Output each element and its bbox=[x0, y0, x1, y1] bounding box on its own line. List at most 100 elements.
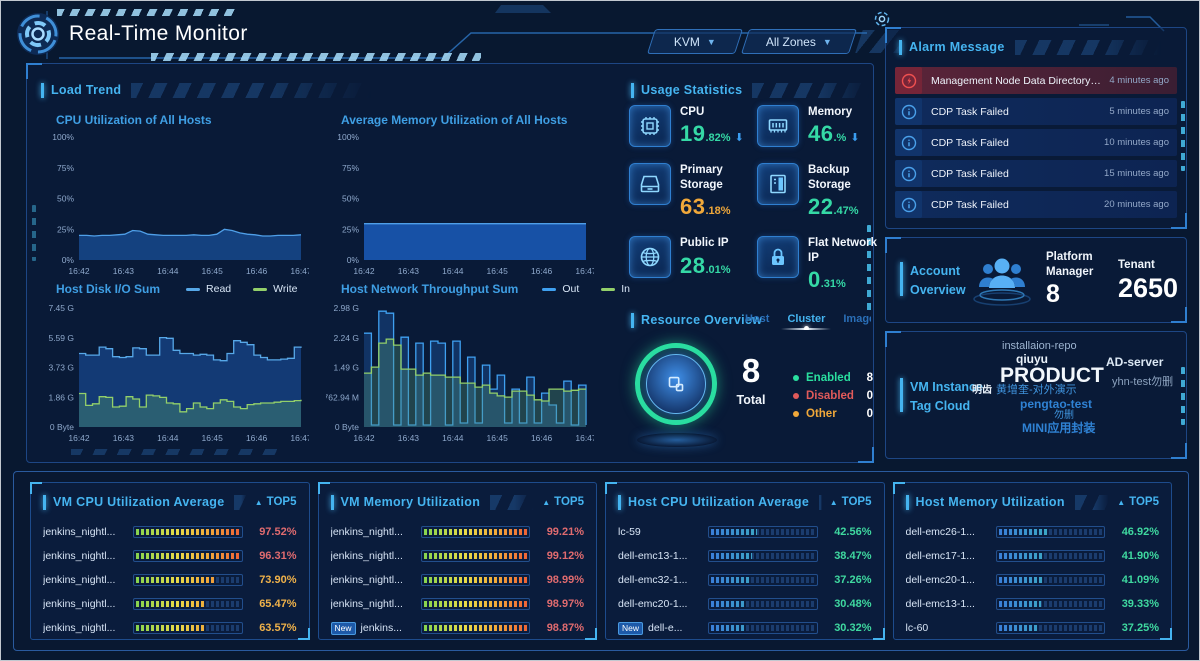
alarm-item[interactable]: Management Node Data Directory Disk Util… bbox=[895, 67, 1177, 94]
tag-word[interactable]: MINI应用封装 bbox=[1022, 422, 1095, 434]
top5-value: 42.56% bbox=[826, 526, 872, 538]
svg-text:16:44: 16:44 bbox=[157, 266, 179, 276]
chevron-down-icon: ▼ bbox=[707, 37, 716, 47]
top5-row[interactable]: jenkins_nightl... 99.21% bbox=[331, 520, 585, 544]
vm-memory-top5-panel: VM Memory Utilization ▲TOP5 jenkins_nigh… bbox=[318, 482, 598, 640]
top5-row[interactable]: lc-59 42.56% bbox=[618, 520, 872, 544]
donut-glow-base bbox=[637, 433, 717, 447]
alarm-time: 5 minutes ago bbox=[1109, 106, 1169, 117]
usage-card-memory: Memory 46.%⬇ bbox=[757, 105, 877, 147]
svg-text:16:45: 16:45 bbox=[202, 266, 224, 276]
top5-name: jenkins_nightl... bbox=[43, 598, 125, 610]
top5-row[interactable]: jenkins_nightl... 98.99% bbox=[331, 568, 585, 592]
svg-text:7.45 G: 7.45 G bbox=[48, 303, 74, 313]
section-bar bbox=[618, 495, 621, 510]
svg-text:16:45: 16:45 bbox=[202, 433, 224, 443]
tag-word[interactable]: AD-server bbox=[1106, 356, 1163, 368]
top5-name: jenkins_nightl... bbox=[43, 550, 125, 562]
top5-sort-button[interactable]: ▲TOP5 bbox=[830, 496, 872, 508]
top5-row[interactable]: jenkins_nightl... 96.31% bbox=[43, 544, 297, 568]
alarm-item[interactable]: CDP Task Failed 10 minutes ago bbox=[895, 129, 1177, 156]
top5-row[interactable]: dell-emc26-1... 46.92% bbox=[906, 520, 1160, 544]
top5-name: jenkins_nightl... bbox=[331, 598, 413, 610]
chart-legend-write: Write bbox=[253, 283, 297, 295]
hypervisor-filter-dropdown[interactable]: KVM ▼ bbox=[647, 29, 743, 54]
svg-text:16:42: 16:42 bbox=[68, 433, 90, 443]
tag-word[interactable]: pengtao-test bbox=[1020, 398, 1092, 410]
svg-text:75%: 75% bbox=[57, 163, 74, 173]
top5-bar bbox=[421, 550, 531, 562]
alarm-item[interactable]: CDP Task Failed 20 minutes ago bbox=[895, 191, 1177, 218]
top5-sort-button[interactable]: ▲TOP5 bbox=[255, 496, 297, 508]
top5-value: 46.92% bbox=[1113, 526, 1159, 538]
chart-legend-in: In bbox=[601, 283, 630, 295]
top5-row[interactable]: jenkins_nightl... 63.57% bbox=[43, 616, 297, 640]
top5-row[interactable]: jenkins_nightl... 73.90% bbox=[43, 568, 297, 592]
top5-sort-button[interactable]: ▲TOP5 bbox=[1117, 496, 1159, 508]
usage-card-cpu: CPU 19.82%⬇ bbox=[629, 105, 749, 147]
top5-row[interactable]: jenkins_nightl... 98.97% bbox=[331, 592, 585, 616]
tab-image[interactable]: Image bbox=[843, 313, 871, 330]
section-stripes bbox=[1075, 495, 1109, 510]
top5-value: 37.26% bbox=[826, 574, 872, 586]
top5-name: dell-emc26-1... bbox=[906, 526, 988, 538]
alarm-item[interactable]: CDP Task Failed 15 minutes ago bbox=[895, 160, 1177, 187]
top5-row[interactable]: dell-emc13-1... 39.33% bbox=[906, 592, 1160, 616]
top5-row[interactable]: jenkins_nightl... 65.47% bbox=[43, 592, 297, 616]
top5-row[interactable]: jenkins_nightl... 99.12% bbox=[331, 544, 585, 568]
alarm-item[interactable]: CDP Task Failed 5 minutes ago bbox=[895, 98, 1177, 125]
usage-label: Public IP bbox=[680, 236, 731, 250]
top5-row[interactable]: Newjenkins... 98.87% bbox=[331, 616, 585, 640]
top5-row[interactable]: jenkins_nightl... 97.52% bbox=[43, 520, 297, 544]
top5-row[interactable]: dell-emc20-1... 30.48% bbox=[618, 592, 872, 616]
memory-chart-title: Average Memory Utilization of All Hosts bbox=[341, 113, 567, 127]
top5-row[interactable]: dell-emc17-1... 41.90% bbox=[906, 544, 1160, 568]
alarm-time: 10 minutes ago bbox=[1104, 137, 1169, 148]
account-frame: Account Overview Platform Manager 8 Tena… bbox=[885, 237, 1187, 323]
legend-dash bbox=[601, 288, 615, 291]
top5-bar bbox=[421, 622, 531, 634]
triangle-up-icon: ▲ bbox=[1117, 498, 1125, 507]
usage-value: 19.82%⬇ bbox=[680, 121, 744, 147]
disk-chart-header: Host Disk I/O Sum ReadWrite bbox=[56, 282, 297, 296]
alarm-text: CDP Task Failed bbox=[931, 199, 1096, 211]
alarm-header: Alarm Message bbox=[899, 38, 1161, 56]
legend-dot bbox=[793, 375, 799, 381]
tag-word[interactable]: 勿删 bbox=[1054, 411, 1074, 421]
top5-name: jenkins_nightl... bbox=[43, 526, 125, 538]
top5-name: dell-emc20-1... bbox=[618, 598, 700, 610]
new-badge: New bbox=[331, 622, 356, 635]
info-icon bbox=[895, 98, 922, 125]
top5-sort-button[interactable]: ▲TOP5 bbox=[542, 496, 584, 508]
svg-text:0%: 0% bbox=[347, 255, 360, 265]
top5-row[interactable]: dell-emc13-1... 38.47% bbox=[618, 544, 872, 568]
tab-host[interactable]: Host bbox=[745, 313, 769, 330]
tag-cloud: installaion-repoqiuyuAD-serverPRODUCTyhn… bbox=[902, 336, 1182, 454]
zone-filter-dropdown[interactable]: All Zones▼ bbox=[741, 29, 857, 54]
svg-text:0%: 0% bbox=[62, 255, 75, 265]
tag-word[interactable]: installaion-repo bbox=[1002, 341, 1077, 352]
svg-text:2.98 G: 2.98 G bbox=[333, 303, 359, 313]
top5-value: 97.52% bbox=[251, 526, 297, 538]
legend-value: 8 bbox=[867, 372, 873, 384]
usage-value: 63.18% bbox=[680, 194, 749, 220]
frame-dash-deco bbox=[32, 205, 36, 261]
usage-statistics-title: Usage Statistics bbox=[641, 83, 742, 97]
legend-item-enabled: Enabled 8 bbox=[793, 369, 873, 387]
tag-word[interactable]: 黄增奎-对外演示 bbox=[996, 385, 1077, 396]
tag-word[interactable]: PRODUCT bbox=[1000, 365, 1104, 386]
svg-text:0 Byte: 0 Byte bbox=[335, 422, 359, 432]
top5-row[interactable]: dell-emc32-1... 37.26% bbox=[618, 568, 872, 592]
top5-row[interactable]: dell-emc20-1... 41.09% bbox=[906, 568, 1160, 592]
top5-row[interactable]: lc-60 37.25% bbox=[906, 616, 1160, 640]
tab-cluster[interactable]: Cluster bbox=[787, 313, 825, 330]
resource-total-label: Total bbox=[723, 393, 779, 407]
tag-word[interactable]: 明齿 bbox=[972, 386, 992, 396]
usage-card-flat-network-ip: Flat Network IP 0.31% bbox=[757, 236, 877, 293]
top5-bar bbox=[708, 574, 818, 586]
top5-row[interactable]: Newdell-e... 30.32% bbox=[618, 616, 872, 640]
tag-word[interactable]: yhn-test勿删 bbox=[1112, 377, 1173, 388]
hypervisor-filter-value: KVM bbox=[674, 35, 700, 49]
svg-text:5.59 G: 5.59 G bbox=[48, 333, 74, 343]
svg-text:16:43: 16:43 bbox=[113, 433, 135, 443]
